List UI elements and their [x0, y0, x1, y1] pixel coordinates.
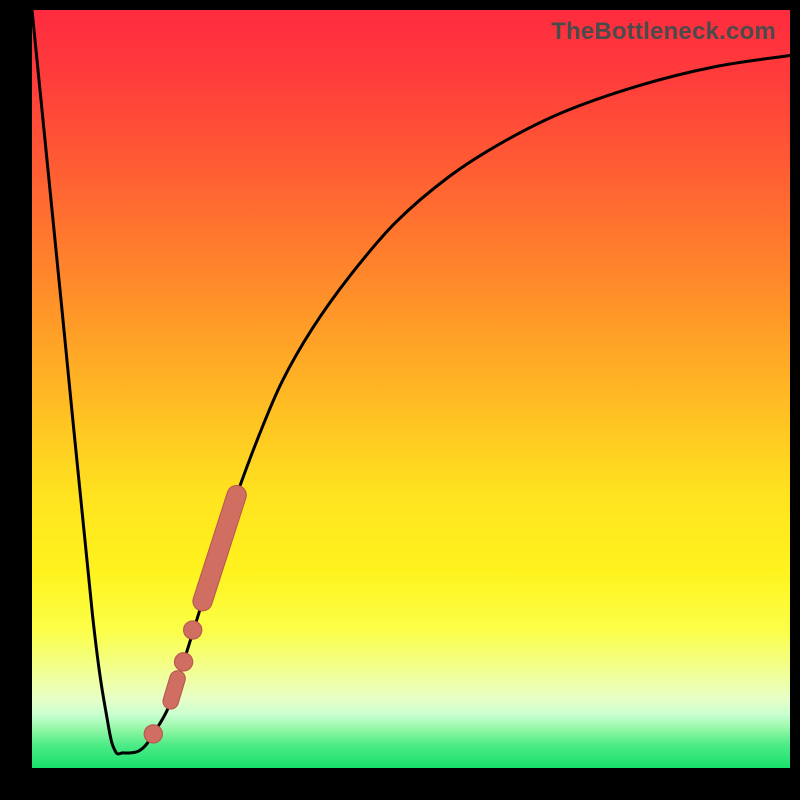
marker-dot-4 [144, 725, 162, 743]
curve-markers [144, 495, 236, 743]
marker-pill-0 [203, 495, 237, 601]
chart-svg [32, 10, 790, 768]
marker-dot-1 [184, 621, 202, 639]
chart-frame: TheBottleneck.com [0, 0, 800, 800]
marker-pill-3 [171, 679, 178, 702]
bottleneck-curve [32, 10, 790, 754]
marker-dot-2 [175, 653, 193, 671]
chart-plot-area: TheBottleneck.com [32, 10, 790, 768]
